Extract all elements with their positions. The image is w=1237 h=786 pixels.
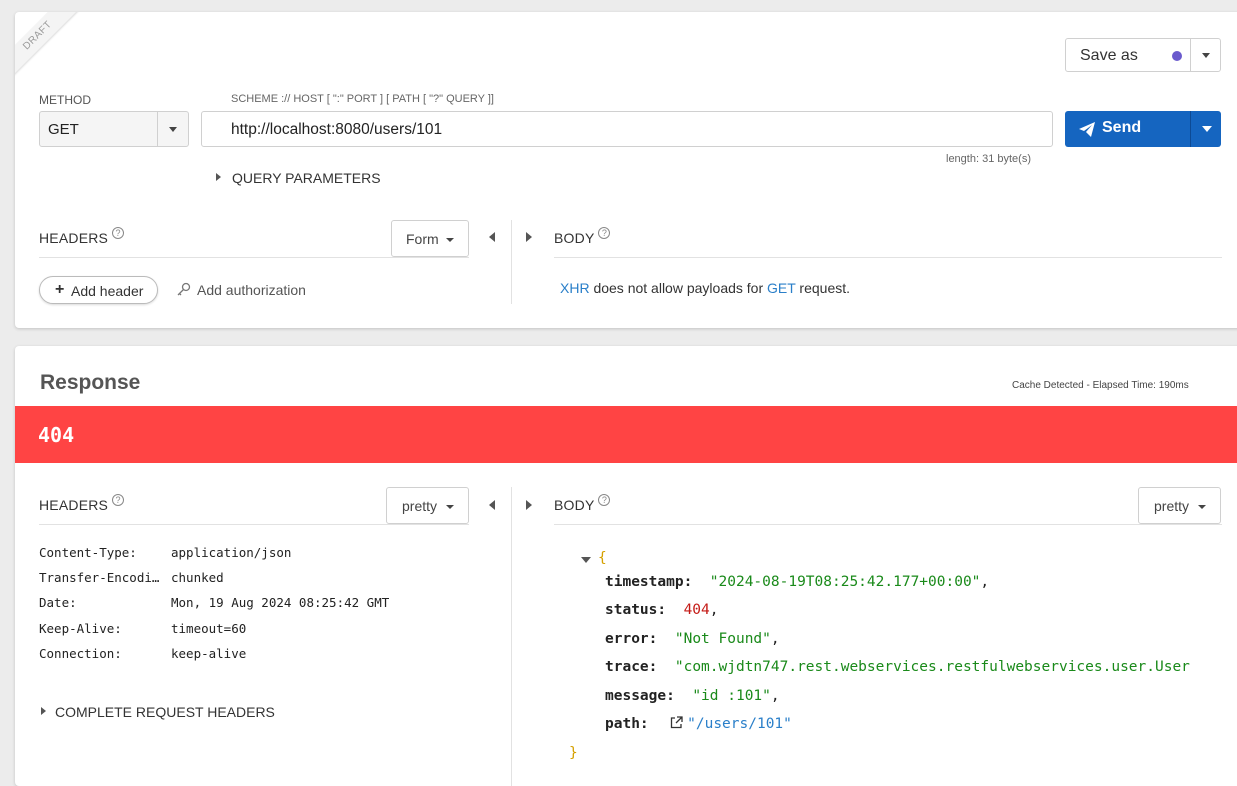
method-select[interactable]: GET bbox=[39, 111, 189, 147]
help-icon[interactable]: ? bbox=[112, 494, 125, 506]
draft-ribbon: DRAFT bbox=[15, 12, 84, 82]
save-as-label: Save as bbox=[1080, 47, 1138, 64]
chevron-down-icon bbox=[446, 238, 454, 242]
header-key: Content-Type: bbox=[39, 545, 137, 560]
send-label: Send bbox=[1102, 119, 1142, 136]
send-icon bbox=[1079, 122, 1095, 137]
collapse-right-icon[interactable] bbox=[526, 500, 532, 510]
body-note: XHR does not allow payloads for GET requ… bbox=[560, 280, 851, 296]
expand-icon bbox=[216, 173, 221, 181]
url-length: length: 31 byte(s) bbox=[946, 153, 1031, 165]
url-value: http://localhost:8080/users/101 bbox=[231, 121, 443, 138]
header-key: Date: bbox=[39, 595, 77, 610]
response-body-mode-select[interactable]: pretty bbox=[1138, 487, 1221, 524]
add-header-label: Add header bbox=[71, 283, 144, 299]
request-headers-title: HEADERS? bbox=[39, 227, 125, 246]
method-value: GET bbox=[48, 121, 79, 138]
header-value: timeout=60 bbox=[171, 621, 247, 636]
send-dropdown-icon[interactable] bbox=[1202, 126, 1212, 132]
send-button[interactable]: Send bbox=[1065, 111, 1221, 147]
response-headers-mode-value: pretty bbox=[402, 498, 438, 514]
method-dropdown-icon bbox=[169, 127, 177, 132]
save-as-button[interactable]: Save as bbox=[1065, 38, 1221, 72]
save-as-dropdown-icon[interactable] bbox=[1202, 53, 1210, 58]
chevron-down-icon bbox=[1198, 505, 1206, 509]
header-value: keep-alive bbox=[171, 646, 247, 661]
key-icon bbox=[177, 282, 191, 296]
status-code: 404 bbox=[38, 423, 75, 447]
response-body-title: BODY? bbox=[554, 494, 611, 513]
header-value: application/json bbox=[171, 545, 292, 560]
add-authorization-label: Add authorization bbox=[197, 282, 306, 298]
help-icon[interactable]: ? bbox=[112, 227, 125, 239]
json-row-trace: trace: "com.wjdtn747.rest.webservices.re… bbox=[605, 659, 1190, 675]
response-headers-list: Content-Type: application/json Transfer-… bbox=[15, 545, 485, 675]
header-value: chunked bbox=[171, 570, 224, 585]
query-parameters-label: QUERY PARAMETERS bbox=[232, 170, 381, 186]
header-key: Transfer-Encodi… bbox=[39, 570, 160, 585]
json-row-path: path: "/users/101" bbox=[605, 716, 792, 732]
chevron-down-icon bbox=[446, 505, 454, 509]
header-key: Keep-Alive: bbox=[39, 621, 122, 636]
response-headers-title: HEADERS? bbox=[39, 494, 125, 513]
response-headers-mode-select[interactable]: pretty bbox=[386, 487, 469, 524]
json-row-timestamp: timestamp: "2024-08-19T08:25:42.177+00:0… bbox=[605, 574, 990, 590]
json-row-status: status: 404, bbox=[605, 602, 719, 618]
collapse-left-icon[interactable] bbox=[489, 232, 495, 242]
response-meta: Cache Detected - Elapsed Time: 190ms bbox=[1012, 380, 1189, 391]
unsaved-dot-icon bbox=[1172, 51, 1182, 61]
headers-mode-value: Form bbox=[406, 231, 439, 247]
response-title: Response bbox=[40, 371, 141, 394]
collapse-right-icon[interactable] bbox=[526, 232, 532, 242]
external-link-icon[interactable] bbox=[670, 716, 683, 729]
json-row-error: error: "Not Found", bbox=[605, 631, 780, 647]
help-icon[interactable]: ? bbox=[598, 227, 611, 239]
add-authorization-button[interactable]: Add authorization bbox=[177, 280, 327, 300]
complete-request-headers-label: COMPLETE REQUEST HEADERS bbox=[55, 704, 275, 720]
get-text: GET bbox=[767, 280, 796, 296]
url-label: SCHEME :// HOST [ ":" PORT ] [ PATH [ "?… bbox=[231, 93, 494, 105]
request-body-title: BODY? bbox=[554, 227, 611, 246]
header-value: Mon, 19 Aug 2024 08:25:42 GMT bbox=[171, 595, 390, 610]
path-link[interactable]: "/users/101" bbox=[687, 716, 792, 732]
headers-mode-select[interactable]: Form bbox=[391, 220, 469, 257]
request-panel: DRAFT Save as METHOD GET SCHEME :// HOST… bbox=[15, 12, 1237, 328]
json-row-message: message: "id :101", bbox=[605, 688, 780, 704]
collapse-json-icon[interactable] bbox=[581, 557, 591, 563]
plus-icon: + bbox=[55, 281, 65, 298]
response-body-mode-value: pretty bbox=[1154, 498, 1190, 514]
help-icon[interactable]: ? bbox=[598, 494, 611, 506]
json-viewer: { timestamp: "2024-08-19T08:25:42.177+00… bbox=[554, 544, 1222, 774]
header-key: Connection: bbox=[39, 646, 122, 661]
method-label: METHOD bbox=[39, 93, 91, 107]
add-header-button[interactable]: + Add header bbox=[39, 276, 158, 304]
json-open-brace: { bbox=[598, 550, 607, 566]
json-close-brace: } bbox=[569, 745, 578, 761]
xhr-text: XHR bbox=[560, 280, 590, 296]
expand-icon bbox=[41, 707, 46, 715]
collapse-left-icon[interactable] bbox=[489, 500, 495, 510]
url-input[interactable]: http://localhost:8080/users/101 bbox=[201, 111, 1053, 147]
status-bar: 404 bbox=[15, 406, 1237, 463]
response-panel: Response Cache Detected - Elapsed Time: … bbox=[15, 346, 1237, 786]
